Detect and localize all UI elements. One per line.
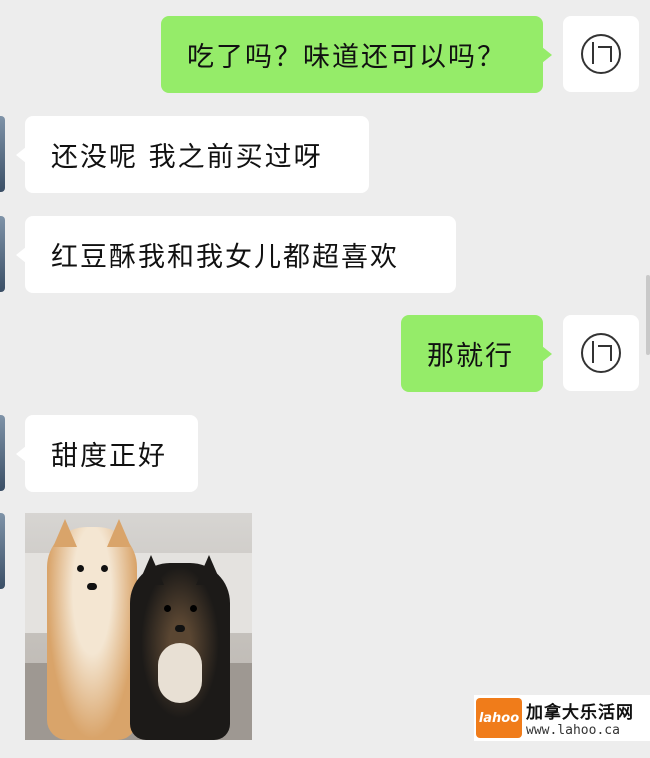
message-bubble-incoming[interactable]: 红豆酥我和我女儿都超喜欢 (16, 216, 456, 293)
dog-ear (53, 519, 77, 547)
shiba-dog-tan (47, 519, 137, 740)
message-text: 吃了吗？味道还可以吗？ (187, 42, 506, 73)
dog-nose (87, 583, 97, 590)
dog-ear (107, 519, 131, 547)
message-text: 红豆酥我和我女儿都超喜欢 (51, 242, 399, 273)
self-avatar[interactable] (563, 16, 639, 92)
dog-nose (175, 625, 185, 632)
watermark-url: www.lahoo.ca (526, 723, 620, 738)
dog-photo-message[interactable] (25, 513, 252, 740)
contact-avatar[interactable] (0, 116, 5, 192)
contact-avatar[interactable] (0, 415, 5, 491)
dog-eye (190, 605, 197, 612)
message-text: 甜度正好 (51, 441, 167, 472)
dog-chest (158, 643, 202, 703)
site-watermark: lahoo 加拿大乐活网 www.lahoo.ca (474, 695, 650, 741)
contact-avatar[interactable] (0, 216, 5, 292)
message-text: 那就行 (427, 341, 514, 372)
dog-ear (196, 555, 222, 585)
watermark-site-name: 加拿大乐活网 (526, 703, 634, 723)
dog-eye (164, 605, 171, 612)
dog-ear (138, 555, 164, 585)
message-bubble-outgoing[interactable]: 那就行 (401, 315, 552, 392)
self-avatar[interactable] (563, 315, 639, 391)
contact-avatar[interactable] (0, 513, 5, 589)
shiba-dog-black (130, 555, 230, 740)
message-bubble-incoming[interactable]: 还没呢 我之前买过呀 (16, 116, 369, 193)
message-bubble-outgoing[interactable]: 吃了吗？味道还可以吗？ (161, 16, 552, 93)
logo-seal-icon (581, 34, 621, 74)
dog-eye (77, 565, 84, 572)
dog-eye (101, 565, 108, 572)
lahoo-logo-icon: lahoo (476, 698, 522, 738)
logo-seal-icon (581, 333, 621, 373)
message-text: 还没呢 我之前买过呀 (51, 142, 323, 173)
scrollbar[interactable] (646, 275, 650, 355)
message-bubble-incoming[interactable]: 甜度正好 (16, 415, 198, 492)
